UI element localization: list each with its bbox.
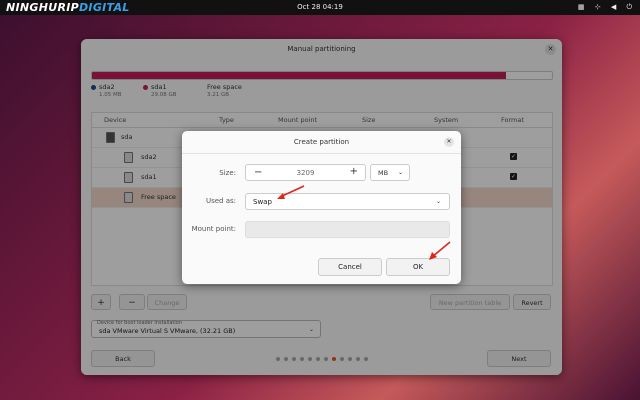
used-as-label: Used as:: [205, 197, 236, 205]
annotation-arrow-icon: [277, 185, 305, 199]
create-partition-dialog: Create partition ✕ Size: − 3209 + MB ⌄ U…: [182, 131, 461, 284]
close-icon[interactable]: ✕: [444, 137, 454, 147]
increment-button[interactable]: +: [350, 166, 358, 177]
mount-point-input: [245, 221, 450, 238]
divider: [182, 153, 461, 154]
size-label: Size:: [219, 169, 236, 177]
system-tray[interactable]: ▦ ⊹ ◀ ⏻: [570, 3, 632, 12]
grid-icon[interactable]: ▦: [578, 3, 585, 11]
volume-icon[interactable]: ◀: [611, 3, 616, 11]
cancel-button[interactable]: Cancel: [318, 258, 382, 276]
chevron-down-icon: ⌄: [397, 169, 403, 176]
dialog-title: Create partition: [293, 138, 350, 146]
power-icon[interactable]: ⏻: [626, 3, 632, 11]
clock[interactable]: Oct 28 04:19: [0, 3, 640, 11]
mount-point-label: Mount point:: [191, 225, 236, 233]
used-as-value: Swap: [253, 198, 272, 206]
annotation-arrow-icon: [429, 241, 451, 260]
chevron-down-icon: ⌄: [435, 198, 441, 205]
size-unit-value: MB: [378, 169, 389, 177]
top-bar: NINGHURIPDIGITAL Oct 28 04:19 ▦ ⊹ ◀ ⏻: [0, 0, 640, 15]
network-icon[interactable]: ⊹: [595, 3, 601, 11]
size-unit-select[interactable]: MB ⌄: [370, 164, 410, 181]
size-value[interactable]: 3209: [246, 169, 365, 177]
size-spinbutton[interactable]: − 3209 +: [245, 164, 366, 181]
